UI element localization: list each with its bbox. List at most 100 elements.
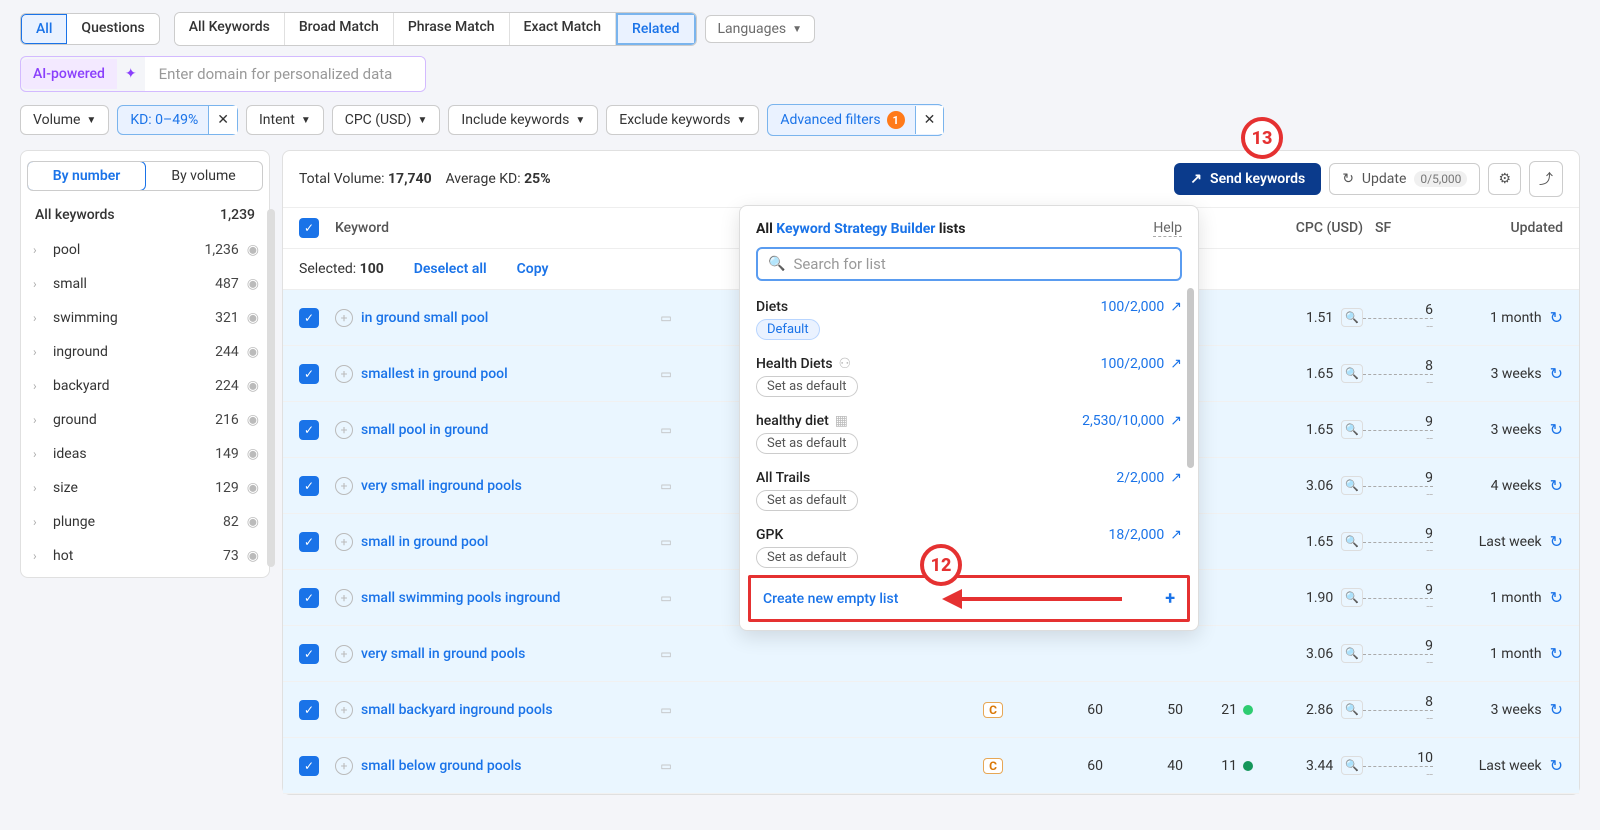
list-search-input[interactable] (793, 255, 1170, 273)
external-link-icon[interactable]: ↗ (1170, 356, 1182, 372)
serp-icon[interactable]: ▭ (660, 535, 671, 549)
refresh-icon[interactable]: ↻ (1550, 364, 1563, 383)
export-button[interactable]: ⤴ (1529, 161, 1563, 197)
add-icon[interactable]: + (335, 757, 353, 775)
eye-icon[interactable]: ◉ (247, 378, 259, 394)
refresh-icon[interactable]: ↻ (1550, 700, 1563, 719)
list-item[interactable]: Diets Default 100/2,000 ↗ (756, 291, 1182, 348)
eye-icon[interactable]: ◉ (247, 548, 259, 564)
tab-phrase-match[interactable]: Phrase Match (394, 13, 510, 45)
search-small-icon[interactable]: 🔍 (1341, 756, 1363, 775)
settings-button[interactable]: ⚙ (1488, 163, 1521, 195)
search-small-icon[interactable]: 🔍 (1341, 364, 1363, 383)
add-icon[interactable]: + (335, 701, 353, 719)
serp-icon[interactable]: ▭ (660, 423, 671, 437)
keyword-link[interactable]: smallest in ground pool (361, 366, 652, 382)
refresh-icon[interactable]: ↻ (1550, 476, 1563, 495)
list-item[interactable]: Health Diets ⚇ Set as default 100/2,000 … (756, 348, 1182, 405)
copy-link[interactable]: Copy (517, 261, 549, 277)
deselect-all-link[interactable]: Deselect all (414, 261, 487, 277)
keyword-link[interactable]: small swimming pools inground (361, 590, 652, 606)
external-link-icon[interactable]: ↗ (1170, 413, 1182, 429)
update-button[interactable]: ↻ Update 0/5,000 (1329, 163, 1480, 195)
row-checkbox[interactable]: ✓ (299, 700, 319, 720)
tab-broad-match[interactable]: Broad Match (285, 13, 394, 45)
domain-input[interactable] (145, 57, 425, 91)
intent-filter[interactable]: Intent▼ (246, 105, 324, 135)
keyword-link[interactable]: very small in ground pools (361, 646, 652, 662)
eye-icon[interactable]: ◉ (247, 276, 259, 292)
add-icon[interactable]: + (335, 421, 353, 439)
search-small-icon[interactable]: 🔍 (1341, 308, 1363, 327)
serp-icon[interactable]: ▭ (660, 647, 671, 661)
list-badge[interactable]: Set as default (756, 547, 858, 568)
sort-by-volume[interactable]: By volume (145, 162, 262, 190)
add-icon[interactable]: + (335, 645, 353, 663)
header-updated[interactable]: Updated (1433, 220, 1563, 236)
row-checkbox[interactable]: ✓ (299, 756, 319, 776)
list-item[interactable]: GPK Set as default 18/2,000 ↗ (756, 519, 1182, 576)
list-badge[interactable]: Set as default (756, 376, 858, 397)
keyword-link[interactable]: very small inground pools (361, 478, 652, 494)
row-checkbox[interactable]: ✓ (299, 532, 319, 552)
eye-icon[interactable]: ◉ (247, 242, 259, 258)
eye-icon[interactable]: ◉ (247, 446, 259, 462)
scrollbar[interactable] (1187, 288, 1194, 468)
list-badge[interactable]: Set as default (756, 433, 858, 454)
header-sf[interactable]: SF (1363, 220, 1433, 236)
row-checkbox[interactable]: ✓ (299, 476, 319, 496)
list-item[interactable]: All Trails Set as default 2/2,000 ↗ (756, 462, 1182, 519)
sidebar-item[interactable]: › size 129 ◉ (21, 471, 269, 505)
refresh-icon[interactable]: ↻ (1550, 420, 1563, 439)
tab-all-keywords[interactable]: All Keywords (175, 13, 285, 45)
sidebar-item[interactable]: › inground 244 ◉ (21, 335, 269, 369)
external-link-icon[interactable]: ↗ (1170, 527, 1182, 543)
eye-icon[interactable]: ◉ (247, 514, 259, 530)
keyword-link[interactable]: small in ground pool (361, 534, 652, 550)
sort-by-number[interactable]: By number (27, 161, 146, 191)
sidebar-item[interactable]: › swimming 321 ◉ (21, 301, 269, 335)
add-icon[interactable]: + (335, 309, 353, 327)
search-small-icon[interactable]: 🔍 (1341, 700, 1363, 719)
list-badge[interactable]: Set as default (756, 490, 858, 511)
row-checkbox[interactable]: ✓ (299, 588, 319, 608)
sidebar-item[interactable]: › plunge 82 ◉ (21, 505, 269, 539)
row-checkbox[interactable]: ✓ (299, 420, 319, 440)
kd-filter[interactable]: KD: 0–49%✕ (117, 105, 238, 135)
scrollbar[interactable] (267, 209, 275, 567)
search-small-icon[interactable]: 🔍 (1341, 532, 1363, 551)
external-link-icon[interactable]: ↗ (1170, 299, 1182, 315)
add-icon[interactable]: + (335, 589, 353, 607)
serp-icon[interactable]: ▭ (660, 759, 671, 773)
serp-icon[interactable]: ▭ (660, 591, 671, 605)
keyword-link[interactable]: in ground small pool (361, 310, 652, 326)
serp-icon[interactable]: ▭ (660, 703, 671, 717)
list-item[interactable]: healthy diet ▦ Set as default 2,530/10,0… (756, 405, 1182, 462)
close-icon[interactable]: ✕ (915, 106, 944, 134)
refresh-icon[interactable]: ↻ (1550, 308, 1563, 327)
tab-exact-match[interactable]: Exact Match (510, 13, 617, 45)
sidebar-item[interactable]: › ideas 149 ◉ (21, 437, 269, 471)
add-icon[interactable]: + (335, 365, 353, 383)
tab-questions[interactable]: Questions (67, 14, 158, 44)
refresh-icon[interactable]: ↻ (1550, 756, 1563, 775)
header-cpc[interactable]: CPC (USD) (1253, 220, 1363, 236)
search-small-icon[interactable]: 🔍 (1341, 476, 1363, 495)
select-all-checkbox[interactable]: ✓ (299, 218, 319, 238)
row-checkbox[interactable]: ✓ (299, 644, 319, 664)
sidebar-item[interactable]: › backyard 224 ◉ (21, 369, 269, 403)
exclude-keywords-filter[interactable]: Exclude keywords▼ (606, 105, 759, 135)
search-small-icon[interactable]: 🔍 (1341, 588, 1363, 607)
keyword-link[interactable]: small pool in ground (361, 422, 652, 438)
search-small-icon[interactable]: 🔍 (1341, 644, 1363, 663)
languages-dropdown[interactable]: Languages ▼ (705, 15, 816, 43)
external-link-icon[interactable]: ↗ (1170, 470, 1182, 486)
serp-icon[interactable]: ▭ (660, 311, 671, 325)
serp-icon[interactable]: ▭ (660, 479, 671, 493)
eye-icon[interactable]: ◉ (247, 310, 259, 326)
send-keywords-button[interactable]: ↗ Send keywords (1174, 163, 1321, 195)
row-checkbox[interactable]: ✓ (299, 364, 319, 384)
help-link[interactable]: Help (1153, 220, 1182, 237)
refresh-icon[interactable]: ↻ (1550, 588, 1563, 607)
tab-related[interactable]: Related (616, 13, 695, 45)
